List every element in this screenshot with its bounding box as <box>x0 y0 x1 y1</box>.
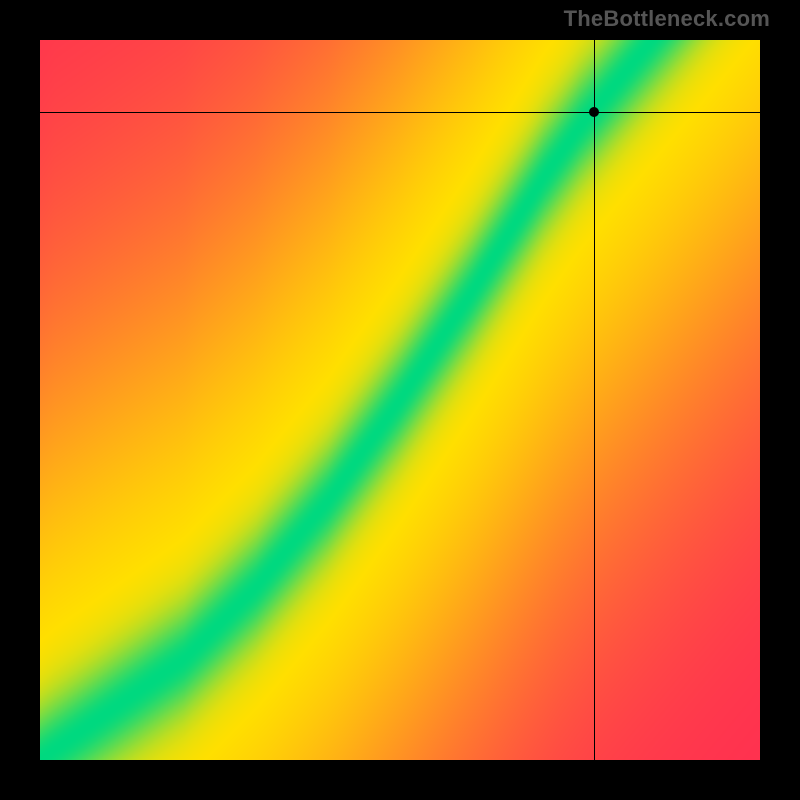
watermark-text: TheBottleneck.com <box>564 6 770 32</box>
chart-container: TheBottleneck.com <box>0 0 800 800</box>
crosshair-marker <box>589 107 599 117</box>
crosshair-horizontal <box>40 112 760 113</box>
crosshair-vertical <box>594 40 595 760</box>
heatmap-canvas <box>40 40 760 760</box>
